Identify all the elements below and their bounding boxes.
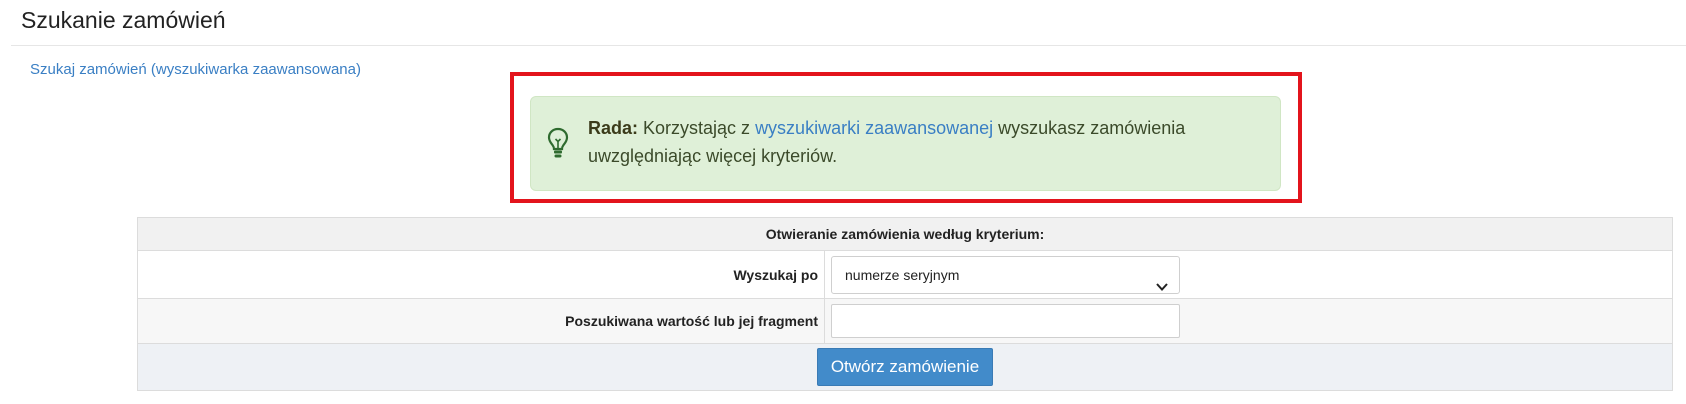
lightbulb-icon [547,127,569,161]
tip-alert: Rada: Korzystając z wyszukiwarki zaawans… [530,96,1281,191]
open-order-button[interactable]: Otwórz zamówienie [816,348,994,386]
page-title: Szukanie zamówień [21,7,226,33]
tip-label: Rada: [588,118,639,138]
chevron-down-icon [1155,269,1169,291]
search-by-select[interactable]: numerze seryjnym [831,255,1180,294]
title-divider [11,45,1686,46]
advanced-search-link[interactable]: Szukaj zamówień (wyszukiwarka zaawansowa… [30,61,361,78]
tip-text-before: Korzystając z [638,118,756,138]
tip-text: Rada: Korzystając z wyszukiwarki zaawans… [588,114,1248,170]
form-header: Otwieranie zamówienia według kryterium: [137,217,1673,251]
order-search-form: Otwieranie zamówienia według kryterium: … [137,217,1673,391]
search-by-label: Wyszukaj po [137,250,825,299]
search-by-selected-value: numerze seryjnym [845,266,960,283]
search-value-label: Poszukiwana wartość lub jej fragment [137,298,825,344]
search-value-input[interactable] [831,304,1180,338]
tip-advanced-search-link[interactable]: wyszukiwarki zaawansowanej [755,118,993,138]
